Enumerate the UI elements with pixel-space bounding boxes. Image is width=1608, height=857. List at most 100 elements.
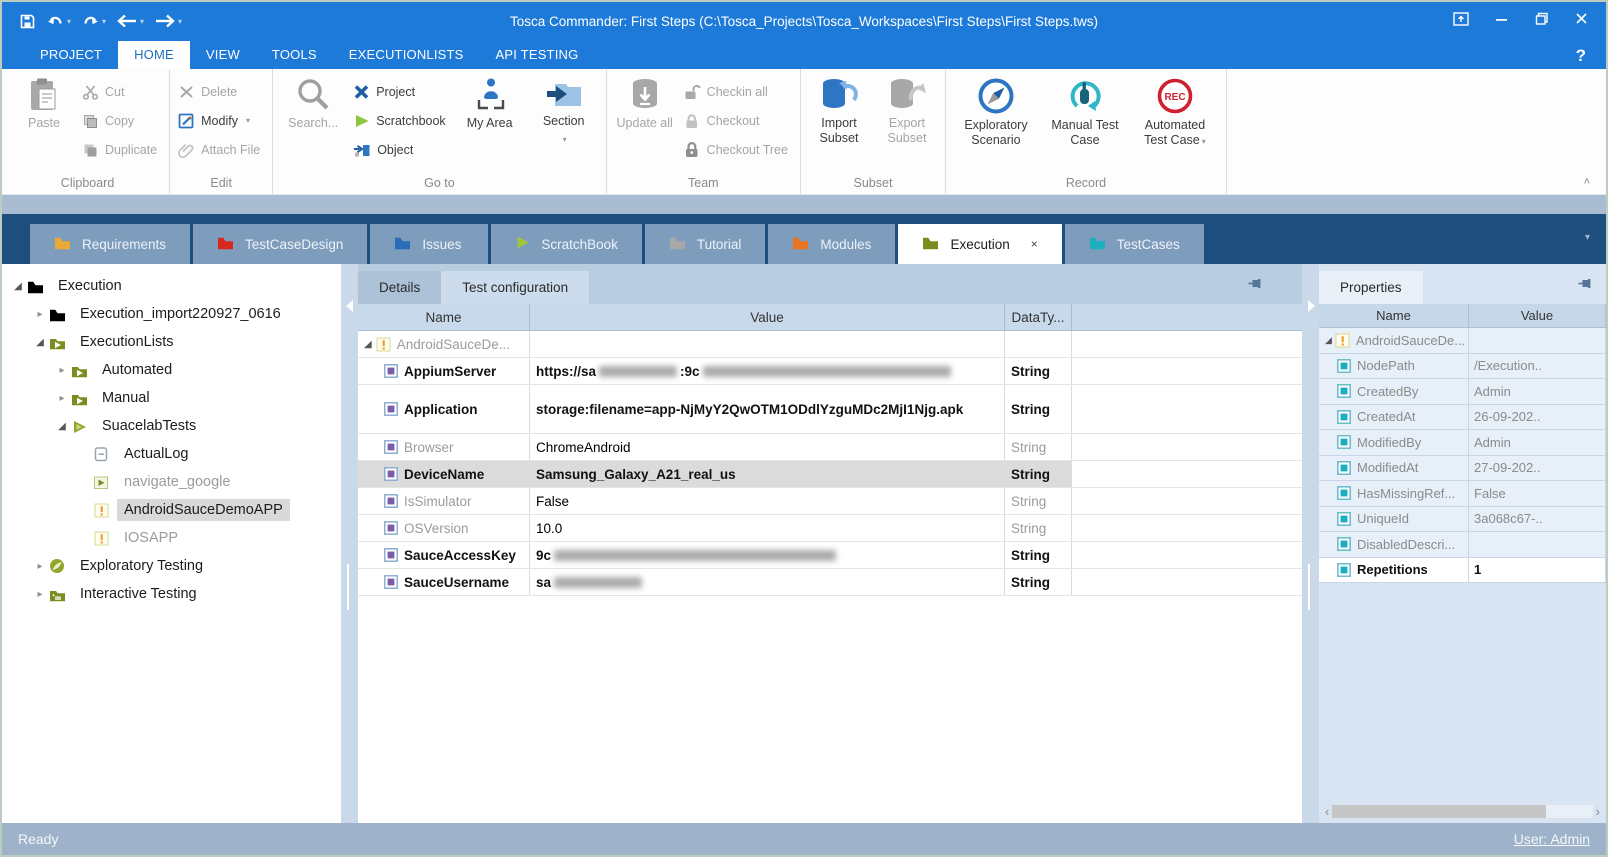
name-cell[interactable]: SauceUsername xyxy=(358,569,530,595)
property-name-cell[interactable]: NodePath xyxy=(1319,354,1469,379)
property-row-nodepath[interactable]: NodePath/Execution.. xyxy=(1319,354,1606,380)
value-cell[interactable]: Samsung_Galaxy_A21_real_us xyxy=(530,461,1005,487)
expand-arrow-icon[interactable]: ▸ xyxy=(32,589,48,600)
expand-arrow-icon[interactable]: ▸ xyxy=(32,309,48,320)
datatype-cell[interactable]: String xyxy=(1005,385,1072,433)
datatype-cell[interactable]: String xyxy=(1005,569,1072,595)
ribbon-button-exploratory-scenario[interactable]: Exploratory Scenario xyxy=(950,71,1042,167)
tree-item-androidsaucedemoapp[interactable]: AndroidSauceDemoAPP xyxy=(2,496,341,524)
qat-save-button[interactable] xyxy=(16,11,39,32)
ribbon-button-import-subset[interactable]: Import Subset xyxy=(805,71,873,167)
tree-item-automated[interactable]: ▸Automated xyxy=(2,356,341,384)
config-row-sauceaccesskey[interactable]: SauceAccessKey9cString xyxy=(358,542,1302,569)
qat-back-button[interactable]: ▾ xyxy=(113,12,147,30)
property-row-hasmissingref-[interactable]: HasMissingRef...False xyxy=(1319,481,1606,507)
expand-arrow-icon[interactable]: ▸ xyxy=(54,365,70,376)
doc-tab-execution[interactable]: Execution× xyxy=(898,224,1061,264)
name-cell[interactable]: Application xyxy=(358,385,530,433)
column-header-value[interactable]: Value xyxy=(1469,304,1606,327)
config-row-devicename[interactable]: DeviceNameSamsung_Galaxy_A21_real_usStri… xyxy=(358,461,1302,488)
datatype-cell[interactable]: String xyxy=(1005,461,1072,487)
expand-arrow-icon[interactable]: ◢ xyxy=(1325,335,1332,346)
property-value-cell[interactable] xyxy=(1469,532,1606,557)
property-value-cell[interactable]: /Execution.. xyxy=(1469,354,1606,379)
property-value-cell[interactable]: False xyxy=(1469,481,1606,506)
dropdown-caret-icon[interactable]: ▾ xyxy=(178,17,182,26)
value-cell[interactable]: https://sa:9c xyxy=(530,358,1005,384)
property-row-createdby[interactable]: CreatedByAdmin xyxy=(1319,379,1606,405)
property-value-cell[interactable]: 26-09-202.. xyxy=(1469,405,1606,430)
expand-arrow-icon[interactable]: ◢ xyxy=(54,421,70,432)
ribbon-button-scratchbook[interactable]: Scratchbook xyxy=(349,106,453,135)
property-value-cell[interactable] xyxy=(1469,328,1606,353)
qat-redo-button[interactable]: ▾ xyxy=(78,12,109,31)
ribbon-button-my-area[interactable]: My Area xyxy=(454,71,526,167)
help-icon[interactable]: ? xyxy=(1576,46,1586,66)
menu-tab-api-testing[interactable]: API TESTING xyxy=(480,41,595,69)
datatype-cell[interactable]: String xyxy=(1005,542,1072,568)
expand-arrow-icon[interactable]: ◢ xyxy=(10,281,26,292)
ribbon-button-modify[interactable]: Modify▾ xyxy=(174,106,268,135)
menu-tab-view[interactable]: VIEW xyxy=(190,41,256,69)
name-cell[interactable]: OSVersion xyxy=(358,515,530,541)
close-button[interactable] xyxy=(1575,12,1588,30)
name-cell[interactable]: IsSimulator xyxy=(358,488,530,514)
tree-item-manual[interactable]: ▸Manual xyxy=(2,384,341,412)
value-cell[interactable]: ChromeAndroid xyxy=(530,434,1005,460)
qat-forward-button[interactable]: ▾ xyxy=(151,12,185,30)
property-name-cell[interactable]: CreatedAt xyxy=(1319,405,1469,430)
ribbon-button-manual-test-case[interactable]: Manual Test Case xyxy=(1042,71,1128,167)
tab-overflow-icon[interactable]: ▾ xyxy=(1585,232,1590,243)
property-name-cell[interactable]: UniqueId xyxy=(1319,507,1469,532)
datatype-cell[interactable]: String xyxy=(1005,488,1072,514)
scroll-left-icon[interactable]: ‹ xyxy=(1325,806,1329,817)
property-name-cell[interactable]: Repetitions xyxy=(1319,558,1469,583)
dropdown-caret-icon[interactable]: ▾ xyxy=(102,17,106,26)
pin-icon[interactable] xyxy=(1247,276,1262,291)
ribbon-button-section[interactable]: Section▾ xyxy=(526,71,602,167)
tree-item-execution[interactable]: ◢Execution xyxy=(2,272,341,300)
menu-tab-executionlists[interactable]: EXECUTIONLISTS xyxy=(333,41,480,69)
property-row-disableddescri-[interactable]: DisabledDescri... xyxy=(1319,532,1606,558)
panel-tab-properties[interactable]: Properties xyxy=(1319,271,1423,304)
tree-item-actuallog[interactable]: ActualLog xyxy=(2,440,341,468)
collapse-left-panel-arrow[interactable] xyxy=(346,300,353,312)
menu-tab-tools[interactable]: TOOLS xyxy=(256,41,333,69)
config-row-osversion[interactable]: OSVersion10.0String xyxy=(358,515,1302,542)
property-name-cell[interactable]: HasMissingRef... xyxy=(1319,481,1469,506)
ribbon-button-project[interactable]: Project xyxy=(349,77,453,106)
value-cell[interactable] xyxy=(530,331,1005,357)
close-tab-icon[interactable]: × xyxy=(1031,237,1038,251)
property-row-uniqueid[interactable]: UniqueId3a068c67-.. xyxy=(1319,507,1606,533)
column-header-value[interactable]: Value xyxy=(530,304,1005,330)
user-link[interactable]: User: Admin xyxy=(1514,831,1590,847)
config-row-issimulator[interactable]: IsSimulatorFalseString xyxy=(358,488,1302,515)
value-cell[interactable]: storage:filename=app-NjMyY2QwOTM1ODdlYzg… xyxy=(530,385,1005,433)
scrollbar-thumb[interactable] xyxy=(1332,805,1545,818)
doc-tab-tutorial[interactable]: Tutorial xyxy=(645,224,766,264)
datatype-cell[interactable] xyxy=(1005,331,1072,357)
panel-tab-test-configuration[interactable]: Test configuration xyxy=(441,271,589,304)
tree-item-exploratory-testing[interactable]: ▸Exploratory Testing xyxy=(2,552,341,580)
right-splitter[interactable] xyxy=(1302,264,1319,823)
expand-arrow-icon[interactable]: ◢ xyxy=(364,339,372,350)
property-row-createdat[interactable]: CreatedAt26-09-202.. xyxy=(1319,405,1606,431)
config-row-appiumserver[interactable]: AppiumServerhttps://sa:9cString xyxy=(358,358,1302,385)
property-name-cell[interactable]: ModifiedBy xyxy=(1319,430,1469,455)
doc-tab-testcases[interactable]: TestCases xyxy=(1065,224,1204,264)
restore-button[interactable] xyxy=(1535,12,1549,30)
value-cell[interactable]: 10.0 xyxy=(530,515,1005,541)
tree-item-navigate-google[interactable]: navigate_google xyxy=(2,468,341,496)
property-value-cell[interactable]: 3a068c67-.. xyxy=(1469,507,1606,532)
expand-arrow-icon[interactable]: ▸ xyxy=(32,561,48,572)
tree-item-interactive-testing[interactable]: ▸Interactive Testing xyxy=(2,580,341,608)
pin-icon[interactable] xyxy=(1577,276,1592,291)
datatype-cell[interactable]: String xyxy=(1005,358,1072,384)
config-row-androidsaucede-[interactable]: ◢AndroidSauceDe... xyxy=(358,331,1302,358)
name-cell[interactable]: SauceAccessKey xyxy=(358,542,530,568)
tree-item-executionlists[interactable]: ◢ExecutionLists xyxy=(2,328,341,356)
property-value-cell[interactable]: 1 xyxy=(1469,558,1606,583)
name-cell[interactable]: Browser xyxy=(358,434,530,460)
datatype-cell[interactable]: String xyxy=(1005,515,1072,541)
scroll-right-icon[interactable]: › xyxy=(1596,806,1600,817)
